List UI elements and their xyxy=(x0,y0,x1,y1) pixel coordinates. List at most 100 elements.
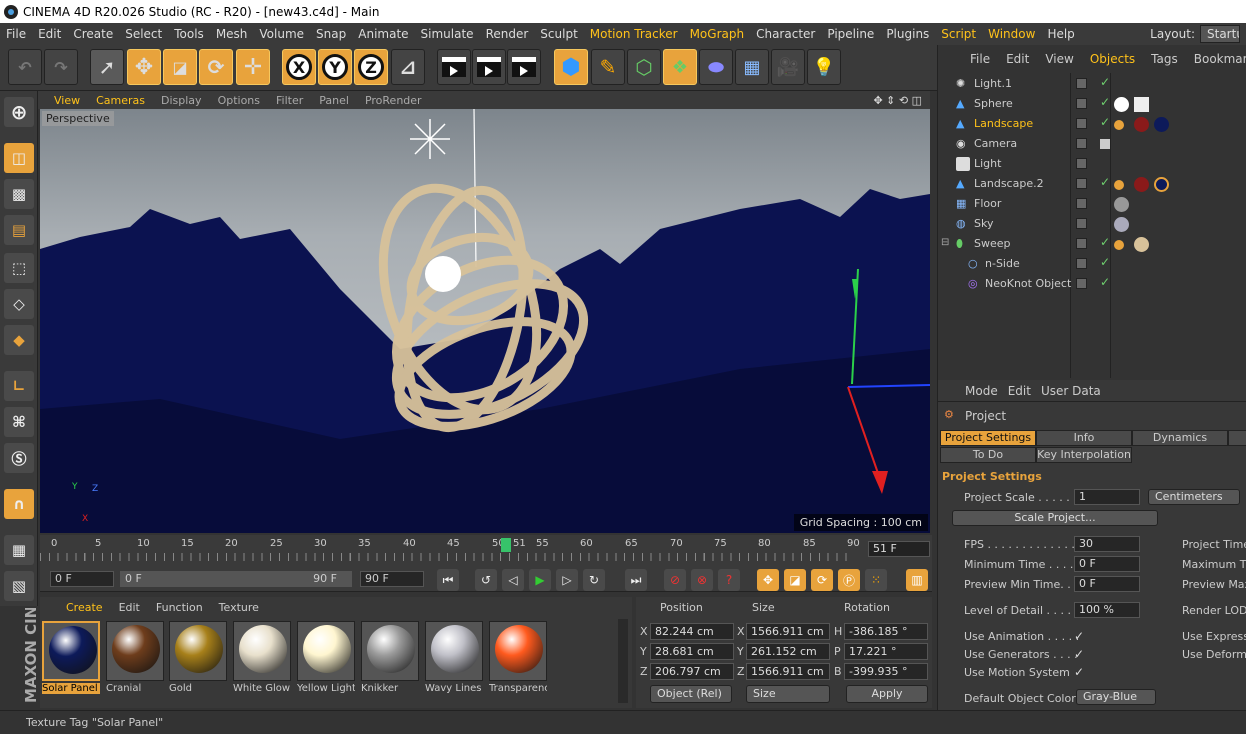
keyframe-selection-icon[interactable]: ? xyxy=(718,569,740,591)
visibility-toggle[interactable] xyxy=(1076,198,1087,209)
material-knikker[interactable]: Knikker xyxy=(361,621,419,695)
menu-character[interactable]: Character xyxy=(750,27,821,41)
visibility-toggle[interactable] xyxy=(1076,258,1087,269)
visibility-toggle[interactable] xyxy=(1076,78,1087,89)
previous-frame-icon[interactable]: ◁ xyxy=(502,569,524,591)
material-yellow-light[interactable]: Yellow Light xyxy=(297,621,355,695)
cloner-icon[interactable]: ❖ xyxy=(663,49,697,85)
tab-dynamics[interactable]: Dynamics xyxy=(1132,430,1228,446)
object-row[interactable]: ▲ Landscape.2 ✓ xyxy=(938,174,1246,194)
play-forward-icon[interactable]: ▶ xyxy=(529,569,551,591)
visibility-toggle[interactable] xyxy=(1076,158,1087,169)
snap-enable-icon[interactable]: Ⓢ xyxy=(4,443,34,473)
visibility-toggle[interactable] xyxy=(1076,178,1087,189)
rot-p-field[interactable]: 17.221 ° xyxy=(844,643,928,660)
visibility-toggle[interactable] xyxy=(1076,118,1087,129)
object-row[interactable]: ◉ Camera xyxy=(938,134,1246,154)
y-axis-button[interactable]: Y xyxy=(318,49,352,85)
floor-scene-icon[interactable]: ▦ xyxy=(735,49,769,85)
menu-snap[interactable]: Snap xyxy=(310,27,352,41)
tab-to-do[interactable]: To Do xyxy=(940,447,1036,463)
menu-mesh[interactable]: Mesh xyxy=(210,27,254,41)
viewport-menu-filter[interactable]: Filter xyxy=(268,94,311,107)
record-parameter-icon[interactable]: Ⓟ xyxy=(838,569,860,591)
material-cranial[interactable]: Cranial xyxy=(106,621,164,695)
tab-key-interpolation[interactable]: Key Interpolation xyxy=(1036,447,1132,463)
rot-h-field[interactable]: -386.185 ° xyxy=(844,623,928,640)
menu-create[interactable]: Create xyxy=(67,27,119,41)
viewport-menu-view[interactable]: View xyxy=(46,94,88,107)
attr-menu-mode[interactable]: Mode xyxy=(960,384,1003,398)
enabled-check-icon[interactable]: ✓ xyxy=(1100,275,1110,289)
visibility-toggle[interactable] xyxy=(1076,278,1087,289)
viewport-menu-panel[interactable]: Panel xyxy=(311,94,357,107)
minimum-time-field[interactable]: 0 F xyxy=(1074,556,1140,572)
material-white-glow[interactable]: White Glow xyxy=(233,621,291,695)
texture-tag-icon[interactable] xyxy=(1114,120,1124,130)
pen-spline-icon[interactable]: ✎ xyxy=(591,49,625,85)
objmgr-menu-objects[interactable]: Objects xyxy=(1082,52,1143,66)
menu-animate[interactable]: Animate xyxy=(352,27,414,41)
material-tag-icon[interactable] xyxy=(1134,117,1149,132)
menu-edit[interactable]: Edit xyxy=(32,27,67,41)
object-row[interactable]: ○ n-Side ✓ xyxy=(938,254,1246,274)
size-y-field[interactable]: 261.152 cm xyxy=(746,643,830,660)
enabled-check-icon[interactable]: ✓ xyxy=(1100,255,1110,269)
material-tag-icon[interactable] xyxy=(1134,177,1149,192)
timeline-ruler[interactable]: 0 5 10 15 20 25 30 35 40 45 50 51 55 60 … xyxy=(40,535,932,568)
size-mode-dropdown[interactable]: Size xyxy=(746,685,830,703)
record-rotation-icon[interactable]: ⟳ xyxy=(811,569,833,591)
material-tag-icon[interactable] xyxy=(1134,237,1149,252)
undo-icon[interactable]: ↶ xyxy=(8,49,42,85)
go-to-end-icon[interactable]: ⏭ xyxy=(625,569,647,591)
pos-z-field[interactable]: 206.797 cm xyxy=(650,663,734,680)
light-bulb-icon[interactable]: 💡 xyxy=(807,49,841,85)
material-transparency[interactable]: Transparency xyxy=(489,621,547,695)
project-scale-field[interactable]: 1 xyxy=(1074,489,1140,505)
material-tag-icon[interactable] xyxy=(1114,197,1129,212)
enabled-check-icon[interactable]: ✓ xyxy=(1100,115,1110,129)
points-mode-icon[interactable]: ⬚ xyxy=(4,253,34,283)
material-gold[interactable]: Gold xyxy=(169,621,227,695)
visibility-toggle[interactable] xyxy=(1076,218,1087,229)
size-z-field[interactable]: 1566.911 cm xyxy=(746,663,830,680)
material-tag-icon[interactable] xyxy=(1114,97,1129,112)
menu-window[interactable]: Window xyxy=(982,27,1041,41)
record-scale-icon[interactable]: ◪ xyxy=(784,569,806,591)
subdivision-icon[interactable]: ⬡ xyxy=(627,49,661,85)
menu-file[interactable]: File xyxy=(0,27,32,41)
use-generators-checkbox[interactable]: ✓ xyxy=(1074,648,1086,660)
preview-min-field[interactable]: 0 F xyxy=(1074,576,1140,592)
object-row[interactable]: ⊟ ⬮ Sweep ✓ xyxy=(938,234,1246,254)
enabled-check-icon[interactable]: ✓ xyxy=(1100,175,1110,189)
model-mode-icon[interactable]: ◫ xyxy=(4,143,34,173)
coordinate-system-icon[interactable]: ⊿ xyxy=(391,49,425,85)
enabled-check-icon[interactable]: ✓ xyxy=(1100,75,1110,89)
object-row[interactable]: Light xyxy=(938,154,1246,174)
previous-key-icon[interactable]: ↺ xyxy=(475,569,497,591)
visibility-toggle[interactable] xyxy=(1076,138,1087,149)
enabled-check-icon[interactable]: ✓ xyxy=(1100,95,1110,109)
deformer-icon[interactable]: ⬬ xyxy=(699,49,733,85)
camera-icon[interactable]: 🎥 xyxy=(771,49,805,85)
size-x-field[interactable]: 1566.911 cm xyxy=(746,623,830,640)
move-tool-icon[interactable]: ✥ xyxy=(127,49,161,85)
menu-select[interactable]: Select xyxy=(119,27,168,41)
3d-viewport[interactable]: Y Z X Perspective Grid Spacing : 100 cm xyxy=(40,109,930,533)
polygons-mode-icon[interactable]: ◆ xyxy=(4,325,34,355)
viewport-menu-options[interactable]: Options xyxy=(210,94,268,107)
axis-mode-icon[interactable]: ∟ xyxy=(4,371,34,401)
autokeying-icon[interactable]: ⊗ xyxy=(691,569,713,591)
tab-info[interactable]: Info xyxy=(1036,430,1132,446)
tab-overflow[interactable] xyxy=(1228,430,1246,446)
material-menu-create[interactable]: Create xyxy=(58,601,111,614)
material-wavy-lines[interactable]: Wavy Lines xyxy=(425,621,483,695)
menu-render[interactable]: Render xyxy=(480,27,535,41)
recent-tool-icon[interactable]: ✛ xyxy=(236,49,270,85)
playhead-marker[interactable] xyxy=(501,538,511,552)
object-row[interactable]: ◎ NeoKnot Object ✓ xyxy=(938,274,1246,294)
texture-tag-icon[interactable] xyxy=(1114,240,1124,250)
attr-menu-edit[interactable]: Edit xyxy=(1003,384,1036,398)
menu-volume[interactable]: Volume xyxy=(253,27,310,41)
pos-x-field[interactable]: 82.244 cm xyxy=(650,623,734,640)
